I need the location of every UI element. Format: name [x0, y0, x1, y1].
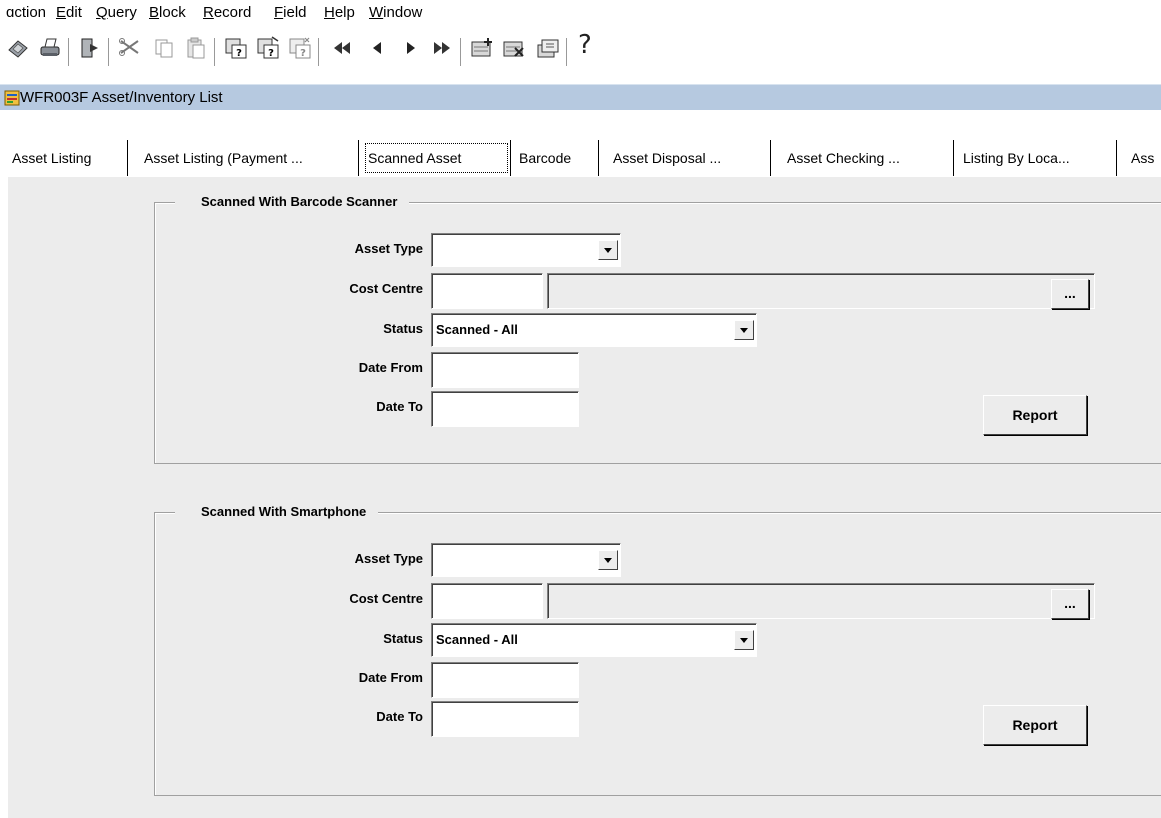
dropdown-arrow-icon[interactable]: [598, 550, 618, 570]
help-icon[interactable]: ?: [578, 30, 598, 60]
save-icon[interactable]: [6, 36, 30, 60]
date-to-field[interactable]: [431, 701, 579, 737]
svg-text:?: ?: [236, 48, 242, 59]
date-to-label: Date To: [376, 399, 423, 414]
date-from-input[interactable]: [432, 353, 578, 387]
date-to-input[interactable]: [432, 702, 578, 736]
group-smartphone: Scanned With Smartphone Asset Type Cost …: [154, 504, 1161, 796]
tab-strip: Asset Listing Asset Listing (Payment ...…: [0, 140, 1161, 176]
asset-type-label: Asset Type: [354, 241, 423, 256]
tab-scanned-asset[interactable]: Scanned Asset: [362, 140, 511, 176]
tab-listing-by-location[interactable]: Listing By Loca...: [957, 140, 1117, 176]
cost-centre-code-input[interactable]: [432, 274, 542, 308]
copy-icon[interactable]: [152, 36, 176, 60]
first-record-icon[interactable]: [330, 36, 354, 60]
cut-icon[interactable]: [118, 36, 142, 60]
cancel-query-icon[interactable]: ?: [288, 36, 312, 60]
date-from-input[interactable]: [432, 663, 578, 697]
group-title: Scanned With Smartphone: [175, 504, 379, 520]
menu-edit[interactable]: Edit: [56, 4, 82, 22]
tab-asset-listing-payment[interactable]: Asset Listing (Payment ...: [138, 140, 359, 176]
menu-block[interactable]: Block: [149, 4, 186, 22]
tab-asset-disposal[interactable]: Asset Disposal ...: [607, 140, 771, 176]
toolbar-separator: [566, 38, 568, 66]
svg-text:?: ?: [268, 48, 274, 59]
group-barcode-scanner: Scanned With Barcode Scanner Asset Type …: [154, 194, 1161, 464]
date-from-label: Date From: [358, 360, 423, 375]
cost-centre-code-input[interactable]: [432, 584, 542, 618]
cost-centre-code-field[interactable]: [431, 273, 543, 309]
previous-record-icon[interactable]: [366, 36, 390, 60]
svg-text:?: ?: [300, 48, 306, 59]
cost-centre-code-field[interactable]: [431, 583, 543, 619]
cost-centre-label: Cost Centre: [349, 591, 423, 606]
toolbar: ? ? ? ?: [0, 26, 1161, 84]
cost-centre-lov-button[interactable]: ...: [1051, 589, 1089, 619]
enter-query-icon[interactable]: ?: [224, 36, 248, 60]
tab-asset-checking[interactable]: Asset Checking ...: [781, 140, 954, 176]
date-to-input[interactable]: [432, 392, 578, 426]
toolbar-separator: [460, 38, 462, 66]
report-button[interactable]: Report: [983, 395, 1087, 435]
date-from-field[interactable]: [431, 662, 579, 698]
menu-window[interactable]: Window: [369, 4, 422, 22]
dropdown-arrow-icon[interactable]: [734, 320, 754, 340]
dropdown-arrow-icon[interactable]: [734, 630, 754, 650]
exit-icon[interactable]: [78, 36, 102, 60]
status-select[interactable]: Scanned - All: [431, 623, 757, 657]
cost-centre-description-field: [547, 583, 1095, 619]
delete-record-icon[interactable]: [502, 36, 526, 60]
menu-field[interactable]: Field: [274, 4, 307, 22]
duplicate-record-icon[interactable]: [536, 36, 560, 60]
date-to-field[interactable]: [431, 391, 579, 427]
menu-query[interactable]: Query: [96, 4, 137, 22]
insert-record-icon[interactable]: [470, 36, 494, 60]
menu-bar: ɑction Edit Query Block Record Field Hel…: [0, 0, 1161, 26]
tab-overflow[interactable]: Ass: [1125, 140, 1161, 176]
status-select[interactable]: Scanned - All: [431, 313, 757, 347]
cost-centre-description-input: [548, 584, 1094, 618]
menu-help[interactable]: Help: [324, 4, 355, 22]
tab-barcode[interactable]: Barcode: [513, 140, 599, 176]
tab-asset-listing[interactable]: Asset Listing: [6, 140, 128, 176]
toolbar-separator: [68, 38, 70, 66]
cost-centre-description-input: [548, 274, 1094, 308]
report-button[interactable]: Report: [983, 705, 1087, 745]
date-to-label: Date To: [376, 709, 423, 724]
menu-action[interactable]: ɑction: [6, 4, 46, 22]
status-label: Status: [383, 321, 423, 336]
asset-type-select[interactable]: [431, 543, 621, 577]
group-title: Scanned With Barcode Scanner: [175, 194, 410, 210]
asset-type-label: Asset Type: [354, 551, 423, 566]
toolbar-separator: [214, 38, 216, 66]
toolbar-separator: [108, 38, 110, 66]
date-from-field[interactable]: [431, 352, 579, 388]
cost-centre-lov-button[interactable]: ...: [1051, 279, 1089, 309]
toolbar-separator: [318, 38, 320, 66]
form-window-icon: [4, 90, 20, 106]
asset-type-select[interactable]: [431, 233, 621, 267]
menu-record[interactable]: Record: [203, 4, 251, 22]
tab-page-scanned-asset: Scanned With Barcode Scanner Asset Type …: [8, 176, 1161, 818]
dropdown-arrow-icon[interactable]: [598, 240, 618, 260]
execute-query-icon[interactable]: ?: [256, 36, 280, 60]
form-title-bar: WFR003F Asset/Inventory List: [0, 84, 1161, 110]
form-title: WFR003F Asset/Inventory List: [20, 89, 223, 106]
last-record-icon[interactable]: [430, 36, 454, 60]
next-record-icon[interactable]: [398, 36, 422, 60]
print-icon[interactable]: [38, 36, 62, 60]
cost-centre-description-field: [547, 273, 1095, 309]
status-label: Status: [383, 631, 423, 646]
date-from-label: Date From: [358, 670, 423, 685]
cost-centre-label: Cost Centre: [349, 281, 423, 296]
paste-icon[interactable]: [184, 36, 208, 60]
